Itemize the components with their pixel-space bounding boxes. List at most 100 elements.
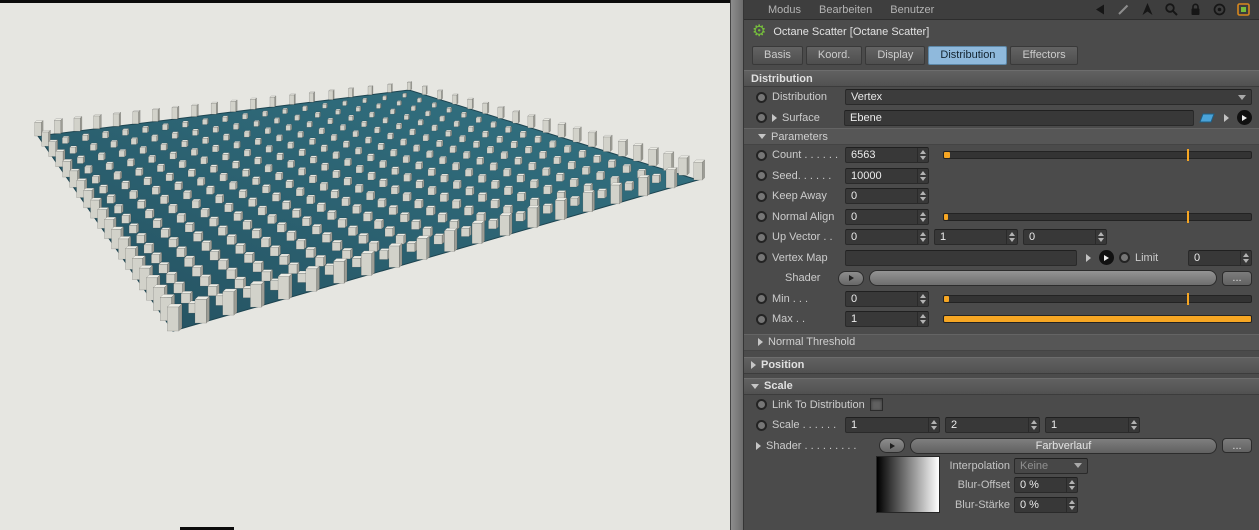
pen-icon[interactable] [1116,2,1131,17]
seed-enable-dot[interactable] [756,170,767,182]
link-enable-dot[interactable] [756,399,767,411]
up-vector-x-spinner[interactable] [917,230,928,245]
shader-more-button[interactable]: ... [1222,270,1252,286]
vertex-map-picker-icon[interactable] [1099,250,1114,266]
min-enable-dot[interactable] [756,293,767,305]
normal-align-slider[interactable] [943,210,1252,223]
max-slider[interactable] [943,315,1252,324]
blur-offset-value: 0 % [1020,479,1039,492]
scale-z-field[interactable]: 1 [1045,417,1140,434]
scale-x-field[interactable]: 1 [845,417,940,434]
min-field[interactable]: 0 [845,290,929,307]
count-row: Count . . . . . . 6563 [744,145,1259,166]
scale-shader-button[interactable]: Farbverlauf [910,437,1217,454]
blur-offset-spinner[interactable] [1066,478,1077,493]
normal-align-field[interactable]: 0 [845,208,929,225]
scale-shader-expand-icon[interactable] [756,441,761,450]
parameters-fold-header[interactable]: Parameters [744,128,1259,145]
keep-away-field[interactable]: 0 [845,188,929,205]
seed-spinner[interactable] [917,168,928,183]
blur-strength-spinner[interactable] [1066,497,1077,512]
blur-strength-field[interactable]: 0 % [1014,496,1078,513]
min-label: Min . . . [772,292,809,305]
interpolation-value: Keine [1020,459,1049,472]
menu-modus[interactable]: Modus [768,4,801,16]
vertex-map-enable-dot[interactable] [756,252,767,264]
section-scale-header[interactable]: Scale [744,377,1259,395]
target-icon[interactable] [1212,2,1227,17]
scale-x-spinner[interactable] [928,418,939,433]
limit-field[interactable]: 0 [1188,249,1252,266]
surface-expand-icon[interactable] [772,113,777,122]
scale-enable-dot[interactable] [756,419,767,431]
up-vector-row: Up Vector . . 0 1 0 [744,227,1259,248]
shader-slot[interactable] [869,270,1217,287]
search-icon[interactable] [1164,2,1179,17]
layout-icon[interactable] [1236,2,1251,17]
count-slider[interactable] [943,149,1252,162]
fold-closed-icon [758,338,763,346]
up-vector-x-field[interactable]: 0 [845,229,929,246]
viewport-3d[interactable] [0,0,730,530]
history-back-icon[interactable] [1092,2,1107,17]
normal-align-spinner[interactable] [917,209,928,224]
distribution-select[interactable]: Vertex [845,89,1252,106]
keep-away-spinner[interactable] [917,189,928,204]
count-slider-fill [944,152,951,159]
object-picker-icon[interactable] [1237,110,1252,126]
count-enable-dot[interactable] [756,149,767,161]
distribution-enable-dot[interactable] [756,91,767,103]
up-vector-z-spinner[interactable] [1095,230,1106,245]
normal-threshold-fold-header[interactable]: Normal Threshold [744,333,1259,351]
blur-offset-field[interactable]: 0 % [1014,477,1078,494]
scale-shader-more-button[interactable]: ... [1222,438,1252,454]
surface-link-field[interactable]: Ebene [844,109,1194,126]
up-vector-y-spinner[interactable] [1006,230,1017,245]
max-field[interactable]: 1 [845,311,929,328]
scale-shader-value: Farbverlauf [1035,439,1092,452]
limit-spinner[interactable] [1240,250,1251,265]
up-vector-y-field[interactable]: 1 [934,229,1018,246]
vertex-map-field[interactable] [845,249,1077,266]
count-spinner[interactable] [917,148,928,163]
gradient-preview[interactable] [876,456,940,513]
scale-y-field[interactable]: 2 [945,417,1040,434]
scale-y-spinner[interactable] [1028,418,1039,433]
section-position-header[interactable]: Position [744,356,1259,374]
min-slider[interactable] [943,292,1252,305]
scale-shader-row: Shader . . . . . . . . . Farbverlauf ... [744,436,1259,457]
limit-enable-dot[interactable] [1119,252,1130,264]
tab-distribution[interactable]: Distribution [928,46,1008,65]
scale-shader-label: Shader . . . . . . . . . [766,439,857,452]
menu-benutzer[interactable]: Benutzer [890,4,934,16]
shader-label: Shader [785,272,821,285]
max-spinner[interactable] [917,312,928,327]
tab-display[interactable]: Display [865,46,926,65]
link-to-distribution-checkbox[interactable] [869,398,883,412]
normal-align-enable-dot[interactable] [756,211,767,223]
menu-bearbeiten[interactable]: Bearbeiten [819,4,872,16]
scatter-scene[interactable] [0,0,730,530]
scale-y-value: 2 [951,419,958,432]
up-vector-enable-dot[interactable] [756,231,767,243]
tab-koord[interactable]: Koord. [805,46,863,65]
min-spinner[interactable] [917,291,928,306]
interpolation-select[interactable]: Keine [1014,457,1088,474]
lock-icon[interactable] [1188,2,1203,17]
seed-field[interactable]: 10000 [845,167,929,184]
panel-divider[interactable] [730,0,744,530]
section-distribution-header[interactable]: Distribution [744,70,1259,87]
tab-basis[interactable]: Basis [752,46,803,65]
tab-effectors[interactable]: Effectors [1010,46,1078,65]
scale-shader-menu-button[interactable] [879,438,905,454]
surface-menu-button[interactable] [1220,111,1232,125]
up-vector-z-field[interactable]: 0 [1023,229,1107,246]
scale-z-spinner[interactable] [1128,418,1139,433]
shader-menu-button[interactable] [838,270,864,286]
max-enable-dot[interactable] [756,313,767,325]
count-field[interactable]: 6563 [845,147,929,164]
cursor-arrow-icon[interactable] [1140,2,1155,17]
vertex-map-menu-button[interactable] [1082,251,1094,265]
keep-away-enable-dot[interactable] [756,190,767,202]
surface-enable-dot[interactable] [756,112,767,124]
